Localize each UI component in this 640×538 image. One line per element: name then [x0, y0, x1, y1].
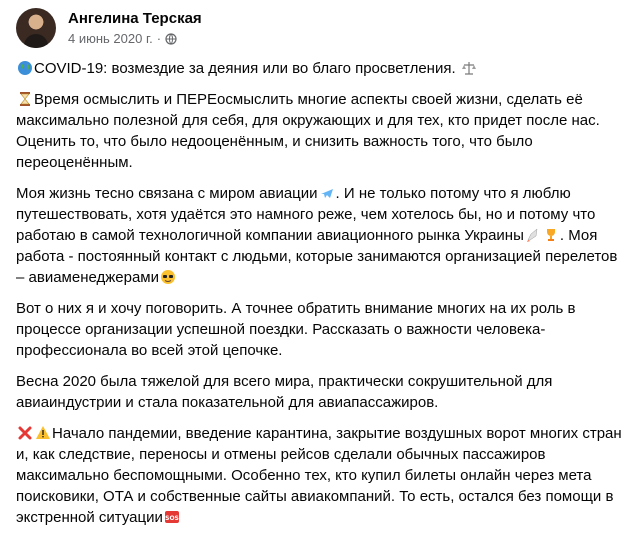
post-meta: 4 июнь 2020 г. ·	[68, 31, 177, 46]
paragraph-2-text: Время осмыслить и ПЕРЕосмыслить многие а…	[16, 91, 600, 171]
globe-icon[interactable]	[165, 32, 177, 45]
globe-emoji	[18, 61, 32, 75]
paragraph-6-text: Начало пандемии, введение карантина, зак…	[16, 425, 622, 526]
svg-text:SOS: SOS	[165, 515, 179, 522]
author-name[interactable]: Ангелина Терская	[68, 10, 202, 27]
paragraph-3-text-a: Моя жизнь тесно связана с миром авиации	[16, 185, 318, 202]
airplane-emoji	[320, 189, 333, 198]
paragraph-5: Весна 2020 была тяжелой для всего мира, …	[16, 371, 626, 413]
hourglass-emoji	[20, 92, 30, 106]
balance-scale-emoji	[461, 62, 476, 75]
paragraph-4: Вот о них я и хочу поговорить. А точнее …	[16, 298, 626, 361]
rocket-emoji	[526, 228, 538, 242]
post-date[interactable]: 4 июнь 2020 г.	[68, 31, 153, 46]
paragraph-5-text: Весна 2020 была тяжелой для всего мира, …	[16, 373, 553, 411]
paragraph-1-text: COVID-19: возмездие за деяния или во бла…	[34, 60, 456, 77]
paragraph-1: COVID-19: возмездие за деяния или во бла…	[16, 58, 626, 79]
warning-emoji	[36, 426, 50, 439]
paragraph-3: Моя жизнь тесно связана с миром авиации …	[16, 183, 626, 288]
meta-separator: ·	[156, 31, 162, 46]
sunglasses-emoji	[161, 270, 175, 284]
paragraph-6: Начало пандемии, введение карантина, зак…	[16, 423, 626, 528]
cross-mark-emoji	[18, 426, 32, 440]
facebook-post: Ангелина Терская 4 июнь 2020 г. · COVID-…	[0, 0, 640, 526]
paragraph-2: Время осмыслить и ПЕРЕосмыслить многие а…	[16, 89, 626, 173]
author-avatar[interactable]	[16, 8, 56, 48]
sos-emoji: SOS	[164, 511, 179, 523]
paragraph-4-text: Вот о них я и хочу поговорить. А точнее …	[16, 300, 576, 359]
post-body: COVID-19: возмездие за деяния или во бла…	[16, 58, 626, 538]
trophy-emoji	[546, 229, 555, 241]
post-header: Ангелина Терская 4 июнь 2020 г. ·	[16, 0, 624, 56]
